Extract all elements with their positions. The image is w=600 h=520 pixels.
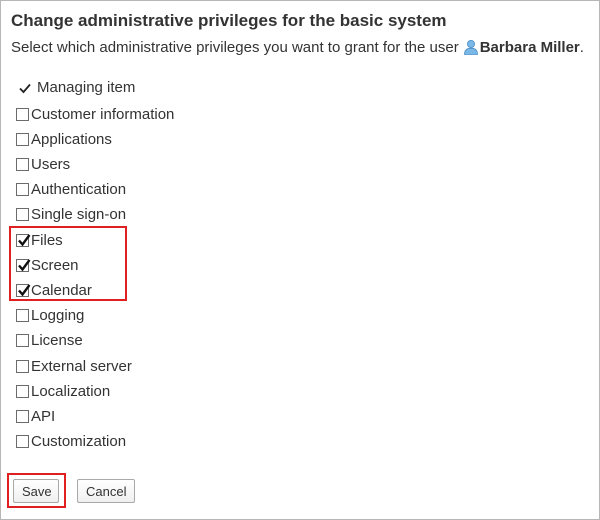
checkbox-logging[interactable] [16, 309, 29, 323]
option-label[interactable]: Logging [31, 307, 84, 324]
option-customization[interactable]: Customization [16, 432, 126, 452]
option-label[interactable]: Customization [31, 433, 126, 450]
checked-items-highlight [9, 226, 127, 301]
checkbox-customization[interactable] [16, 435, 29, 449]
page-title: Change administrative privileges for the… [11, 11, 447, 30]
option-label[interactable]: External server [31, 358, 132, 375]
subtitle-suffix: . [579, 39, 584, 56]
checkbox-authentication[interactable] [16, 183, 29, 197]
checkbox-single-sign-on[interactable] [16, 208, 29, 222]
checkbox-applications[interactable] [16, 132, 29, 146]
option-label[interactable]: License [31, 332, 83, 349]
managing-item-header: Managing item [18, 79, 135, 96]
option-api[interactable]: API [16, 406, 55, 426]
option-label[interactable]: API [31, 408, 55, 425]
option-external-server[interactable]: External server [16, 356, 132, 376]
option-single-sign-on[interactable]: Single sign-on [16, 205, 126, 225]
managing-item-label: Managing item [37, 79, 136, 96]
checkbox-customer-information[interactable] [16, 107, 29, 121]
option-label[interactable]: Applications [31, 131, 112, 148]
option-users[interactable]: Users [16, 154, 70, 174]
user-icon [463, 39, 479, 59]
checkmark-icon [18, 81, 32, 95]
checkbox-api[interactable] [16, 409, 29, 423]
option-label[interactable]: Authentication [31, 181, 126, 198]
option-label[interactable]: Users [31, 156, 70, 173]
save-button[interactable]: Save [13, 479, 59, 503]
checkbox-users[interactable] [16, 157, 29, 171]
option-license[interactable]: License [16, 331, 83, 351]
option-applications[interactable]: Applications [16, 129, 112, 149]
option-localization[interactable]: Localization [16, 381, 110, 401]
checkbox-license[interactable] [16, 334, 29, 348]
option-logging[interactable]: Logging [16, 306, 84, 326]
cancel-button[interactable]: Cancel [77, 479, 135, 503]
option-label[interactable]: Single sign-on [31, 206, 126, 223]
checkbox-external-server[interactable] [16, 359, 29, 373]
option-label[interactable]: Customer information [31, 106, 174, 123]
subtitle-text: Select which administrative privileges y… [11, 39, 459, 56]
option-customer-information[interactable]: Customer information [16, 104, 174, 124]
username-link[interactable]: Barbara Miller [480, 39, 580, 56]
option-authentication[interactable]: Authentication [16, 180, 126, 200]
checkbox-localization[interactable] [16, 384, 29, 398]
option-label[interactable]: Localization [31, 383, 110, 400]
page-subtitle: Select which administrative privileges y… [11, 39, 584, 59]
dialog-frame: Change administrative privileges for the… [0, 0, 600, 520]
